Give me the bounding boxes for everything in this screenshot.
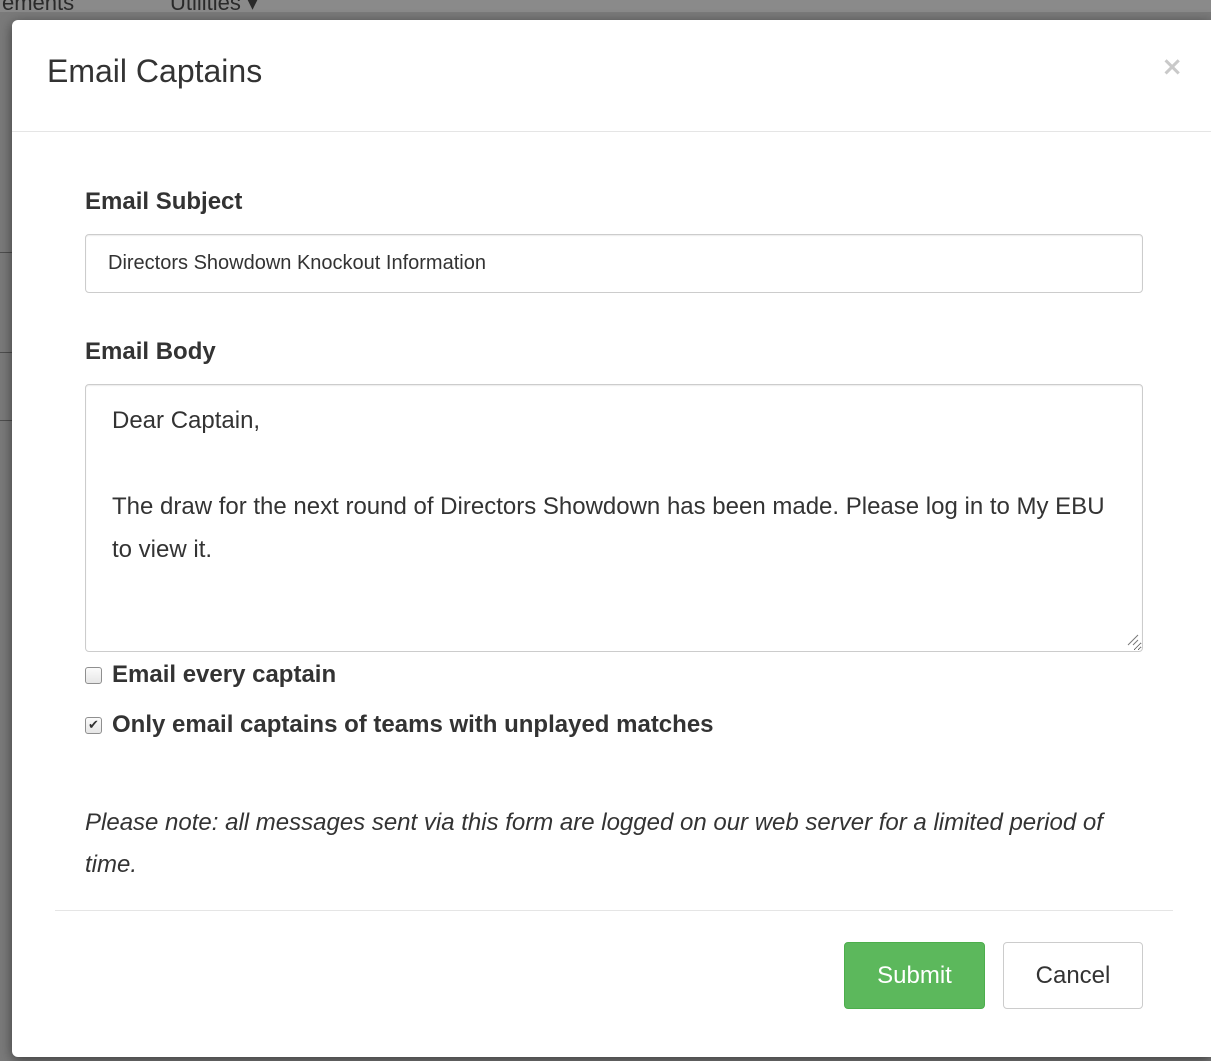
submit-button[interactable]: Submit bbox=[844, 942, 985, 1009]
close-icon[interactable]: × bbox=[1161, 54, 1183, 80]
modal-header: Email Captains × bbox=[12, 20, 1211, 132]
background-nav-item-utilities: Utilities ▾ bbox=[170, 0, 258, 12]
cancel-button[interactable]: Cancel bbox=[1003, 942, 1143, 1009]
email-subject-label: Email Subject bbox=[85, 188, 243, 215]
unplayed-matches-label: Only email captains of teams with unplay… bbox=[112, 711, 714, 738]
modal-title: Email Captains bbox=[47, 53, 263, 89]
email-every-captain-option[interactable]: Email every captain bbox=[85, 660, 336, 690]
email-subject-input[interactable] bbox=[85, 234, 1143, 293]
email-body-textarea[interactable]: Dear Captain, The draw for the next roun… bbox=[85, 384, 1143, 652]
email-every-captain-label: Email every captain bbox=[112, 661, 337, 688]
email-every-captain-checkbox[interactable] bbox=[85, 666, 102, 684]
checkmark-icon: ✔ bbox=[88, 717, 99, 733]
unplayed-matches-option[interactable]: ✔ Only email captains of teams with unpl… bbox=[85, 710, 714, 740]
resize-grip-icon[interactable] bbox=[1125, 632, 1139, 646]
email-captains-dialog: Email Captains × Email Subject Email Bod… bbox=[12, 20, 1211, 1057]
footer-divider bbox=[55, 910, 1173, 911]
background-nav-item: ements bbox=[2, 0, 74, 12]
background-navbar: ements Utilities ▾ bbox=[0, 0, 1211, 12]
logging-note: Please note: all messages sent via this … bbox=[85, 809, 1103, 878]
email-body-label: Email Body bbox=[85, 338, 216, 365]
unplayed-matches-checkbox[interactable]: ✔ bbox=[85, 716, 102, 734]
